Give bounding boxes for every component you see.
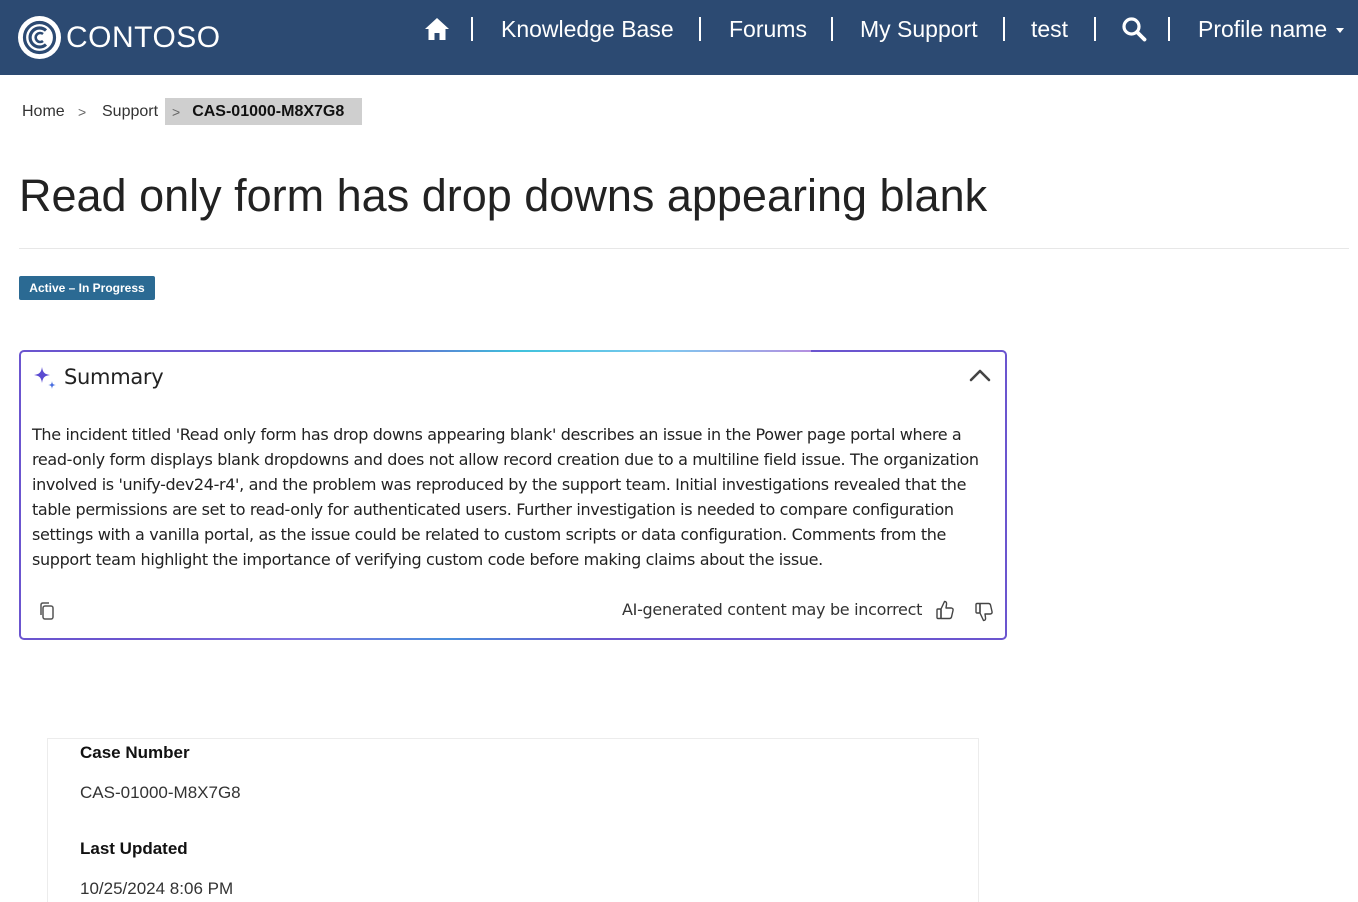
nav-test[interactable]: test <box>1031 0 1068 58</box>
nav-my-support[interactable]: My Support <box>860 0 978 58</box>
home-icon[interactable] <box>423 0 451 58</box>
chevron-down-icon <box>1336 27 1345 33</box>
brand-logo[interactable]: CONTOSO <box>18 16 221 59</box>
last-updated-label: Last Updated <box>80 839 188 858</box>
nav-divider <box>1094 17 1096 41</box>
top-navigation-bar: CONTOSO Knowledge Base Forums My Support… <box>0 0 1358 75</box>
thumbs-down-icon[interactable] <box>974 601 994 623</box>
nav-divider <box>699 17 701 41</box>
last-updated-value: 10/25/2024 8:06 PM <box>80 879 234 898</box>
status-badge: Active – In Progress <box>19 276 155 300</box>
title-divider <box>19 248 1349 249</box>
case-details-panel: Case Number CAS-01000-M8X7G8 Last Update… <box>47 738 979 902</box>
nav-divider <box>831 17 833 41</box>
chevron-up-icon[interactable] <box>967 364 993 386</box>
ai-summary-card: Summary The incident titled 'Read only f… <box>19 350 1007 640</box>
nav-forums[interactable]: Forums <box>729 0 807 58</box>
breadcrumb-support[interactable]: Support <box>102 98 158 125</box>
sparkle-icon <box>34 367 56 389</box>
breadcrumb-current-label: CAS-01000-M8X7G8 <box>192 102 345 120</box>
breadcrumb-separator: > <box>78 103 87 120</box>
nav-divider <box>471 17 473 41</box>
nav-divider <box>1003 17 1005 41</box>
thumbs-up-icon[interactable] <box>935 599 955 621</box>
brand-name: CONTOSO <box>66 20 221 54</box>
case-number-value: CAS-01000-M8X7G8 <box>80 783 241 802</box>
ai-disclaimer: AI-generated content may be incorrect <box>622 600 923 619</box>
profile-menu[interactable]: Profile name <box>1198 0 1345 58</box>
page-title: Read only form has drop downs appearing … <box>19 170 988 221</box>
breadcrumb-home[interactable]: Home <box>22 98 65 125</box>
summary-text: The incident titled 'Read only form has … <box>32 425 979 569</box>
breadcrumb-separator: > <box>172 103 181 120</box>
nav-divider <box>1168 17 1170 41</box>
search-icon[interactable] <box>1121 0 1147 58</box>
nav-knowledge-base[interactable]: Knowledge Base <box>501 0 674 58</box>
summary-title: Summary <box>64 365 164 389</box>
breadcrumb-current: > CAS-01000-M8X7G8 <box>165 98 362 125</box>
case-number-label: Case Number <box>80 743 190 762</box>
contoso-logo-icon <box>18 16 61 59</box>
copy-icon[interactable] <box>38 601 56 621</box>
profile-name: Profile name <box>1198 15 1328 42</box>
